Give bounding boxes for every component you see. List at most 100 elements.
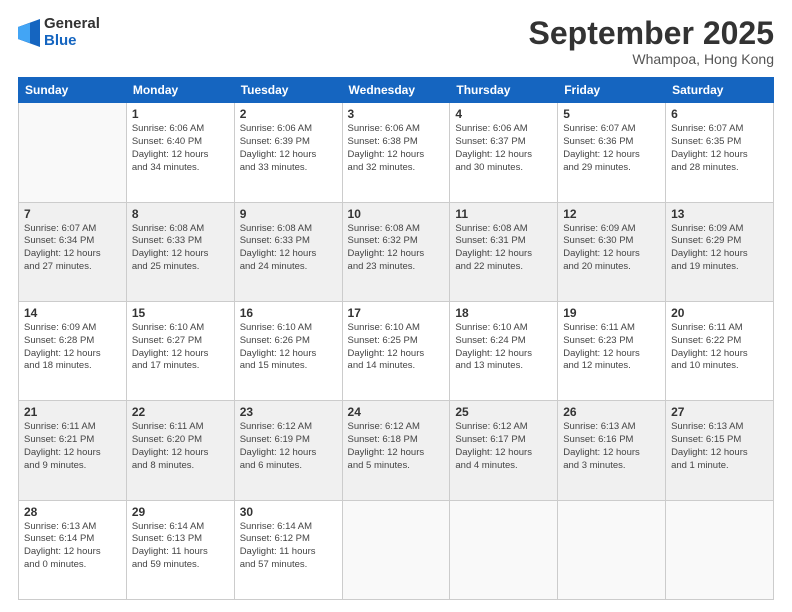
day-info: Sunrise: 6:09 AMSunset: 6:28 PMDaylight:… <box>24 322 121 373</box>
day-number: 26 <box>563 405 660 419</box>
day-number: 14 <box>24 306 121 320</box>
day-info: Sunrise: 6:10 AMSunset: 6:26 PMDaylight:… <box>240 322 337 373</box>
calendar-cell: 8 Sunrise: 6:08 AMSunset: 6:33 PMDaylight… <box>126 202 234 301</box>
day-number: 27 <box>671 405 768 419</box>
day-info: Sunrise: 6:07 AMSunset: 6:34 PMDaylight:… <box>24 223 121 274</box>
day-info: Sunrise: 6:12 AMSunset: 6:19 PMDaylight:… <box>240 421 337 472</box>
day-number: 21 <box>24 405 121 419</box>
day-info: Sunrise: 6:11 AMSunset: 6:21 PMDaylight:… <box>24 421 121 472</box>
day-number: 16 <box>240 306 337 320</box>
day-info: Sunrise: 6:06 AMSunset: 6:38 PMDaylight:… <box>348 123 445 174</box>
day-header-friday: Friday <box>558 78 666 103</box>
calendar-cell: 15 Sunrise: 6:10 AMSunset: 6:27 PMDayligh… <box>126 301 234 400</box>
day-number: 18 <box>455 306 552 320</box>
calendar-cell: 5 Sunrise: 6:07 AMSunset: 6:36 PMDaylight… <box>558 103 666 202</box>
day-number: 8 <box>132 207 229 221</box>
calendar-cell <box>666 500 774 599</box>
day-number: 1 <box>132 107 229 121</box>
day-header-wednesday: Wednesday <box>342 78 450 103</box>
page: General Blue September 2025 Whampoa, Hon… <box>0 0 792 612</box>
day-info: Sunrise: 6:06 AMSunset: 6:40 PMDaylight:… <box>132 123 229 174</box>
logo-text: General Blue <box>44 16 100 49</box>
day-number: 19 <box>563 306 660 320</box>
calendar-cell: 9 Sunrise: 6:08 AMSunset: 6:33 PMDaylight… <box>234 202 342 301</box>
calendar-cell: 18 Sunrise: 6:10 AMSunset: 6:24 PMDayligh… <box>450 301 558 400</box>
day-number: 3 <box>348 107 445 121</box>
day-info: Sunrise: 6:06 AMSunset: 6:37 PMDaylight:… <box>455 123 552 174</box>
day-number: 13 <box>671 207 768 221</box>
calendar-cell: 3 Sunrise: 6:06 AMSunset: 6:38 PMDaylight… <box>342 103 450 202</box>
day-info: Sunrise: 6:12 AMSunset: 6:17 PMDaylight:… <box>455 421 552 472</box>
calendar-cell: 6 Sunrise: 6:07 AMSunset: 6:35 PMDaylight… <box>666 103 774 202</box>
logo-icon <box>18 19 40 47</box>
calendar-cell: 12 Sunrise: 6:09 AMSunset: 6:30 PMDayligh… <box>558 202 666 301</box>
logo-general: General <box>44 16 100 33</box>
day-header-thursday: Thursday <box>450 78 558 103</box>
calendar-cell: 21 Sunrise: 6:11 AMSunset: 6:21 PMDayligh… <box>19 401 127 500</box>
title-block: September 2025 Whampoa, Hong Kong <box>529 16 774 67</box>
day-number: 15 <box>132 306 229 320</box>
calendar-cell: 20Sunrise: 6:11 AMSunset: 6:22 PMDayligh… <box>666 301 774 400</box>
day-info: Sunrise: 6:06 AMSunset: 6:39 PMDaylight:… <box>240 123 337 174</box>
logo: General Blue <box>18 16 100 49</box>
day-number: 11 <box>455 207 552 221</box>
day-info: Sunrise: 6:14 AMSunset: 6:12 PMDaylight:… <box>240 521 337 572</box>
calendar-cell: 13 Sunrise: 6:09 AMSunset: 6:29 PMDayligh… <box>666 202 774 301</box>
calendar-cell: 23 Sunrise: 6:12 AMSunset: 6:19 PMDayligh… <box>234 401 342 500</box>
calendar-cell: 17 Sunrise: 6:10 AMSunset: 6:25 PMDayligh… <box>342 301 450 400</box>
day-header-monday: Monday <box>126 78 234 103</box>
day-info: Sunrise: 6:13 AMSunset: 6:14 PMDaylight:… <box>24 521 121 572</box>
day-info: Sunrise: 6:11 AMSunset: 6:20 PMDaylight:… <box>132 421 229 472</box>
day-info: Sunrise: 6:10 AMSunset: 6:24 PMDaylight:… <box>455 322 552 373</box>
calendar-cell: 16 Sunrise: 6:10 AMSunset: 6:26 PMDayligh… <box>234 301 342 400</box>
day-number: 7 <box>24 207 121 221</box>
day-number: 20 <box>671 306 768 320</box>
day-number: 22 <box>132 405 229 419</box>
calendar-cell: 26 Sunrise: 6:13 AMSunset: 6:16 PMDayligh… <box>558 401 666 500</box>
day-info: Sunrise: 6:08 AMSunset: 6:32 PMDaylight:… <box>348 223 445 274</box>
calendar-cell: 29Sunrise: 6:14 AMSunset: 6:13 PMDayligh… <box>126 500 234 599</box>
day-number: 12 <box>563 207 660 221</box>
calendar-table: SundayMondayTuesdayWednesdayThursdayFrid… <box>18 77 774 600</box>
day-info: Sunrise: 6:09 AMSunset: 6:29 PMDaylight:… <box>671 223 768 274</box>
day-info: Sunrise: 6:13 AMSunset: 6:15 PMDaylight:… <box>671 421 768 472</box>
calendar-cell: 7 Sunrise: 6:07 AMSunset: 6:34 PMDaylight… <box>19 202 127 301</box>
calendar-cell: 27 Sunrise: 6:13 AMSunset: 6:15 PMDayligh… <box>666 401 774 500</box>
calendar-cell: 11 Sunrise: 6:08 AMSunset: 6:31 PMDayligh… <box>450 202 558 301</box>
day-number: 2 <box>240 107 337 121</box>
month-title: September 2025 <box>529 16 774 51</box>
calendar-cell: 30 Sunrise: 6:14 AMSunset: 6:12 PMDayligh… <box>234 500 342 599</box>
calendar-cell <box>19 103 127 202</box>
day-info: Sunrise: 6:08 AMSunset: 6:31 PMDaylight:… <box>455 223 552 274</box>
day-number: 17 <box>348 306 445 320</box>
day-number: 4 <box>455 107 552 121</box>
day-info: Sunrise: 6:09 AMSunset: 6:30 PMDaylight:… <box>563 223 660 274</box>
calendar-cell: 22 Sunrise: 6:11 AMSunset: 6:20 PMDayligh… <box>126 401 234 500</box>
day-number: 30 <box>240 505 337 519</box>
calendar-cell: 10 Sunrise: 6:08 AMSunset: 6:32 PMDayligh… <box>342 202 450 301</box>
day-info: Sunrise: 6:10 AMSunset: 6:25 PMDaylight:… <box>348 322 445 373</box>
day-info: Sunrise: 6:07 AMSunset: 6:35 PMDaylight:… <box>671 123 768 174</box>
day-number: 9 <box>240 207 337 221</box>
day-number: 23 <box>240 405 337 419</box>
day-header-sunday: Sunday <box>19 78 127 103</box>
day-number: 25 <box>455 405 552 419</box>
calendar-cell: 4 Sunrise: 6:06 AMSunset: 6:37 PMDaylight… <box>450 103 558 202</box>
day-info: Sunrise: 6:13 AMSunset: 6:16 PMDaylight:… <box>563 421 660 472</box>
day-info: Sunrise: 6:11 AMSunset: 6:23 PMDaylight:… <box>563 322 660 373</box>
calendar-cell <box>558 500 666 599</box>
calendar-cell <box>342 500 450 599</box>
day-info: Sunrise: 6:08 AMSunset: 6:33 PMDaylight:… <box>240 223 337 274</box>
day-number: 6 <box>671 107 768 121</box>
calendar-cell: 28Sunrise: 6:13 AMSunset: 6:14 PMDayligh… <box>19 500 127 599</box>
day-info: Sunrise: 6:10 AMSunset: 6:27 PMDaylight:… <box>132 322 229 373</box>
day-info: Sunrise: 6:07 AMSunset: 6:36 PMDaylight:… <box>563 123 660 174</box>
location: Whampoa, Hong Kong <box>529 51 774 67</box>
day-info: Sunrise: 6:08 AMSunset: 6:33 PMDaylight:… <box>132 223 229 274</box>
day-header-tuesday: Tuesday <box>234 78 342 103</box>
day-number: 10 <box>348 207 445 221</box>
calendar-cell: 2 Sunrise: 6:06 AMSunset: 6:39 PMDaylight… <box>234 103 342 202</box>
day-number: 5 <box>563 107 660 121</box>
logo-blue: Blue <box>44 33 100 50</box>
calendar-cell: 19 Sunrise: 6:11 AMSunset: 6:23 PMDayligh… <box>558 301 666 400</box>
